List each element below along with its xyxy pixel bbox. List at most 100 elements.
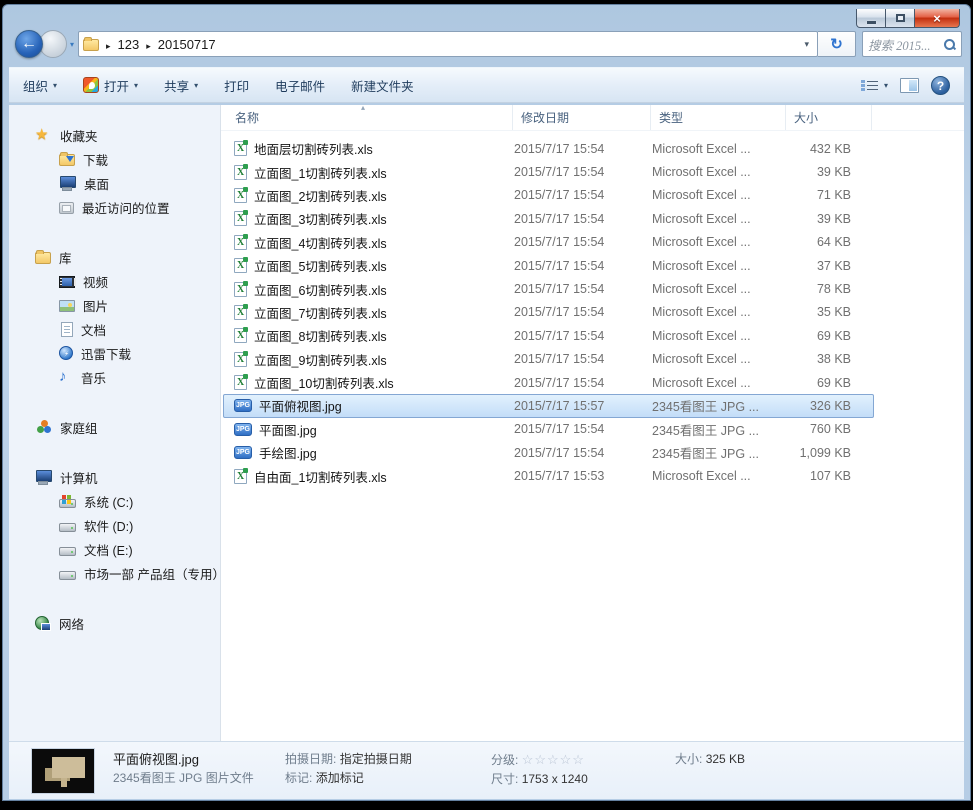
minimize-button[interactable] bbox=[856, 9, 886, 28]
sidebar-item-label: 文档 (E:) bbox=[84, 540, 133, 559]
table-row[interactable]: 立面图_10切割砖列表.xls2015/7/17 15:54Microsoft … bbox=[223, 371, 874, 394]
table-row[interactable]: 平面俯视图.jpg2015/7/17 15:572345看图王 JPG ...3… bbox=[223, 394, 874, 417]
drive-icon bbox=[59, 523, 76, 532]
column-header-名称[interactable]: 名称 bbox=[221, 105, 513, 130]
sidebar-item[interactable]: 视频 bbox=[9, 269, 220, 293]
column-header-大小[interactable]: 大小 bbox=[786, 105, 872, 130]
computer-icon bbox=[35, 470, 52, 484]
file-type-cell: Microsoft Excel ... bbox=[652, 352, 787, 366]
address-bar[interactable]: ▸123▸20150717 ▾ bbox=[78, 31, 818, 57]
shoot-date-value[interactable]: 指定拍摄日期 bbox=[340, 752, 412, 766]
table-row[interactable]: 平面图.jpg2015/7/17 15:542345看图王 JPG ...760… bbox=[223, 418, 874, 441]
table-row[interactable]: 立面图_9切割砖列表.xls2015/7/17 15:54Microsoft E… bbox=[223, 348, 874, 371]
desktop-icon bbox=[59, 176, 76, 190]
sidebar-item[interactable]: 桌面 bbox=[9, 171, 220, 195]
sidebar-item-label: 收藏夹 bbox=[60, 126, 98, 145]
details-filename: 平面俯视图.jpg bbox=[113, 750, 285, 769]
toolbar-right: ▾ ? bbox=[861, 76, 950, 95]
sidebar-item[interactable]: 文档 (E:) bbox=[9, 537, 220, 561]
table-row[interactable]: 立面图_8切割砖列表.xls2015/7/17 15:54Microsoft E… bbox=[223, 324, 874, 347]
file-size-cell: 37 KB bbox=[787, 259, 867, 273]
file-size-cell: 760 KB bbox=[787, 422, 867, 436]
maximize-icon bbox=[896, 14, 905, 22]
excel-icon bbox=[234, 305, 247, 320]
breadcrumb: ▸123▸20150717 bbox=[99, 37, 216, 52]
file-name-cell: 立面图_8切割砖列表.xls bbox=[224, 326, 514, 345]
window-controls: × bbox=[856, 9, 960, 28]
table-row[interactable]: 立面图_3切割砖列表.xls2015/7/17 15:54Microsoft E… bbox=[223, 207, 874, 230]
toolbar-button-电子邮件[interactable]: 电子邮件 bbox=[275, 76, 325, 95]
table-row[interactable]: 立面图_2切割砖列表.xls2015/7/17 15:54Microsoft E… bbox=[223, 184, 874, 207]
address-dropdown-caret-icon[interactable]: ▾ bbox=[800, 39, 813, 50]
views-caret-icon: ▾ bbox=[884, 81, 888, 90]
file-date-cell: 2015/7/17 15:54 bbox=[514, 446, 652, 460]
table-row[interactable]: 手绘图.jpg2015/7/17 15:542345看图王 JPG ...1,0… bbox=[223, 441, 874, 464]
sidebar-item[interactable]: 软件 (D:) bbox=[9, 513, 220, 537]
column-header-修改日期[interactable]: 修改日期 bbox=[513, 105, 651, 130]
file-name-cell: 手绘图.jpg bbox=[224, 443, 514, 462]
file-type-cell: 2345看图王 JPG ... bbox=[652, 420, 787, 439]
file-name-cell: 立面图_1切割砖列表.xls bbox=[224, 163, 514, 182]
drive-icon bbox=[59, 571, 76, 580]
search-input[interactable]: 搜索 2015... bbox=[862, 31, 962, 57]
sidebar-item[interactable]: 图片 bbox=[9, 293, 220, 317]
table-row[interactable]: 立面图_5切割砖列表.xls2015/7/17 15:54Microsoft E… bbox=[223, 254, 874, 277]
table-row[interactable]: 地面层切割砖列表.xls2015/7/17 15:54Microsoft Exc… bbox=[223, 137, 874, 160]
sidebar-item[interactable]: 文档 bbox=[9, 317, 220, 341]
file-list: ▴ 名称修改日期类型大小 地面层切割砖列表.xls2015/7/17 15:54… bbox=[221, 105, 964, 741]
refresh-button[interactable]: ↻ bbox=[818, 31, 856, 57]
table-row[interactable]: 立面图_7切割砖列表.xls2015/7/17 15:54Microsoft E… bbox=[223, 301, 874, 324]
breadcrumb-item[interactable]: 123 bbox=[118, 37, 140, 52]
breadcrumb-item[interactable]: 20150717 bbox=[158, 37, 216, 52]
sidebar-item-network[interactable]: 网络 bbox=[9, 611, 220, 635]
recent-pages-caret-icon[interactable]: ▾ bbox=[70, 40, 74, 49]
close-button[interactable]: × bbox=[915, 9, 960, 28]
library-folder-icon bbox=[35, 252, 51, 264]
maximize-button[interactable] bbox=[886, 9, 915, 28]
sidebar-item[interactable]: 下载 bbox=[9, 147, 220, 171]
column-headers: ▴ 名称修改日期类型大小 bbox=[221, 105, 964, 131]
table-row[interactable]: 立面图_1切割砖列表.xls2015/7/17 15:54Microsoft E… bbox=[223, 160, 874, 183]
file-date-cell: 2015/7/17 15:54 bbox=[514, 282, 652, 296]
forward-button[interactable] bbox=[39, 30, 67, 58]
help-button[interactable]: ? bbox=[931, 76, 950, 95]
search-icon[interactable] bbox=[943, 38, 956, 51]
back-button[interactable]: ← bbox=[15, 30, 43, 58]
sidebar-item-libraries[interactable]: 库 bbox=[9, 245, 220, 269]
tags-value[interactable]: 添加标记 bbox=[316, 771, 364, 785]
sidebar-item[interactable]: 音乐 bbox=[9, 365, 220, 389]
excel-icon bbox=[234, 282, 247, 297]
sidebar-item-label: 文档 bbox=[81, 320, 106, 339]
details-pane: 平面俯视图.jpg 2345看图王 JPG 图片文件 拍摄日期: 指定拍摄日期 … bbox=[9, 741, 964, 799]
sidebar-item[interactable]: 迅雷下载 bbox=[9, 341, 220, 365]
file-size-cell: 69 KB bbox=[787, 376, 867, 390]
chevron-down-icon: ▾ bbox=[194, 81, 198, 90]
sidebar-item-homegroup[interactable]: 家庭组 bbox=[9, 415, 220, 439]
rating-stars[interactable]: ☆☆☆☆☆ bbox=[522, 752, 585, 767]
table-row[interactable]: 自由面_1切割砖列表.xls2015/7/17 15:53Microsoft E… bbox=[223, 464, 874, 487]
column-header-类型[interactable]: 类型 bbox=[651, 105, 786, 130]
toolbar-button-打印[interactable]: 打印 bbox=[224, 76, 249, 95]
file-name-cell: 立面图_9切割砖列表.xls bbox=[224, 350, 514, 369]
sidebar-item[interactable]: 市场一部 产品组（专用） bbox=[9, 561, 220, 585]
table-row[interactable]: 立面图_6切割砖列表.xls2015/7/17 15:54Microsoft E… bbox=[223, 277, 874, 300]
excel-icon bbox=[234, 235, 247, 250]
toolbar-button-共享[interactable]: 共享▾ bbox=[164, 76, 198, 95]
file-date-cell: 2015/7/17 15:54 bbox=[514, 305, 652, 319]
file-name: 立面图_5切割砖列表.xls bbox=[254, 256, 387, 275]
file-type-cell: Microsoft Excel ... bbox=[652, 235, 787, 249]
preview-pane-button[interactable] bbox=[900, 78, 919, 93]
toolbar-button-打开[interactable]: 打开▾ bbox=[83, 76, 138, 95]
sidebar-item[interactable]: 最近访问的位置 bbox=[9, 195, 220, 219]
table-row[interactable]: 立面图_4切割砖列表.xls2015/7/17 15:54Microsoft E… bbox=[223, 231, 874, 254]
sidebar-item-computer[interactable]: 计算机 bbox=[9, 465, 220, 489]
main-area: 收藏夹下载桌面最近访问的位置库视频图片文档迅雷下载音乐家庭组计算机系统 (C:)… bbox=[9, 105, 964, 741]
sidebar-item[interactable]: 系统 (C:) bbox=[9, 489, 220, 513]
pictures-icon bbox=[59, 300, 75, 312]
sidebar-item-favorites[interactable]: 收藏夹 bbox=[9, 123, 220, 147]
sidebar-section-homegroup: 家庭组 bbox=[9, 415, 220, 439]
sidebar-section-libraries: 库视频图片文档迅雷下载音乐 bbox=[9, 245, 220, 389]
toolbar-button-组织[interactable]: 组织▾ bbox=[23, 76, 57, 95]
toolbar-button-新建文件夹[interactable]: 新建文件夹 bbox=[351, 76, 414, 95]
change-view-button[interactable]: ▾ bbox=[861, 79, 888, 92]
